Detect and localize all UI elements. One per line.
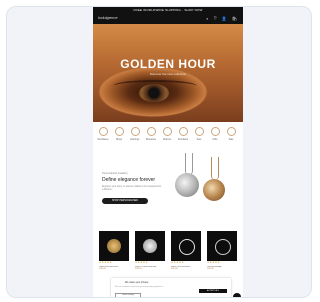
category-item[interactable]: Necklaces: [96, 127, 110, 141]
product-image[interactable]: [99, 231, 129, 261]
jewel-shape: [107, 239, 121, 253]
product-card[interactable]: ★★★★★ Heart Link Necklace £45.00: [171, 231, 201, 270]
eye-iris-shape: [139, 84, 169, 102]
cookie-title: We value your privacy: [125, 281, 149, 284]
product-grid: ★★★★★ Gold Knot Necklace £49.00 ★★★★★ Si…: [99, 231, 239, 275]
product-price: £55.00: [207, 268, 214, 270]
hero-banner[interactable]: GOLDEN HOUR Discover the new collection: [93, 24, 243, 122]
product-image[interactable]: [207, 231, 237, 261]
silver-chain-shape: [185, 153, 193, 175]
product-price: £49.00: [99, 268, 106, 270]
product-card[interactable]: ★★★★★ Silver Charm Bracelet £39.00: [135, 231, 165, 270]
product-card[interactable]: ★★★★★ Twisted Bangle £55.00: [207, 231, 237, 270]
header-icons[interactable]: ⌕ ♡ 👤 🛍: [206, 16, 239, 21]
hero-subtitle: Discover the new collection: [149, 72, 187, 76]
category-label: Sets: [196, 138, 202, 141]
product-price: £45.00: [171, 268, 178, 270]
silver-pendant-image[interactable]: [175, 173, 199, 197]
pendant-icon: [178, 127, 188, 136]
gold-chain-shape: [211, 157, 219, 180]
hero-title: GOLDEN HOUR: [120, 57, 216, 71]
gift-icon: [210, 127, 220, 136]
cookie-settings-button[interactable]: Cookie settings: [115, 293, 141, 297]
feature-section: Personalised jewellery Define elegance f…: [93, 147, 243, 209]
browser-card: FREE WORLDWIDE SHIPPING · SHOP NOW Indul…: [6, 6, 312, 298]
rating-stars: ★★★★★: [99, 261, 113, 264]
category-label: Earrings: [130, 138, 140, 141]
rating-stars: ★★★★★: [207, 261, 221, 264]
jewel-shape: [179, 239, 195, 255]
feature-eyebrow: Personalised jewellery: [102, 172, 128, 175]
webpage: FREE WORLDWIDE SHIPPING · SHOP NOW Indul…: [93, 7, 243, 297]
jewel-shape: [143, 239, 157, 253]
category-label: Charms: [162, 138, 172, 141]
product-card[interactable]: ★★★★★ Gold Knot Necklace £49.00: [99, 231, 129, 270]
category-label: Rings: [115, 138, 123, 141]
category-label: Sale: [228, 138, 234, 141]
product-image[interactable]: [135, 231, 165, 261]
rating-stars: ★★★★★: [135, 261, 149, 264]
tag-icon: [226, 127, 236, 136]
category-item[interactable]: Earrings: [128, 127, 142, 141]
site-logo[interactable]: Indulgence: [98, 15, 118, 20]
feature-button[interactable]: SHOP PERSONALISED: [102, 198, 148, 204]
earring-icon: [130, 127, 140, 136]
category-item[interactable]: Gifts: [208, 127, 222, 141]
category-item[interactable]: Charms: [160, 127, 174, 141]
site-header: Indulgence ⌕ ♡ 👤 🛍: [93, 13, 243, 24]
necklace-icon: [98, 127, 108, 136]
gold-pendant-image[interactable]: [203, 179, 225, 201]
feature-text: Engrave your story on pieces crafted to …: [102, 185, 162, 191]
charm-icon: [162, 127, 172, 136]
product-image[interactable]: [171, 231, 201, 261]
jewel-shape: [215, 239, 231, 255]
category-item[interactable]: Sets: [192, 127, 206, 141]
category-item[interactable]: Sale: [224, 127, 238, 141]
category-item[interactable]: Bracelets: [144, 127, 158, 141]
product-price: £39.00: [135, 268, 142, 270]
ring-icon: [114, 127, 124, 136]
chat-icon[interactable]: [233, 293, 241, 297]
category-item[interactable]: Pendants: [176, 127, 190, 141]
cookie-banner: We value your privacy We use cookies to …: [111, 278, 231, 297]
category-label: Necklaces: [97, 138, 109, 141]
cookie-text: We use cookies to enhance your browsing …: [115, 286, 164, 288]
category-label: Pendants: [177, 138, 189, 141]
feature-title: Define elegance forever: [102, 177, 156, 183]
category-label: Gifts: [212, 138, 218, 141]
bracelet-icon: [146, 127, 156, 136]
category-item[interactable]: Rings: [112, 127, 126, 141]
rating-stars: ★★★★★: [171, 261, 185, 264]
accept-cookies-button[interactable]: ACCEPT ALL: [199, 289, 227, 293]
category-label: Bracelets: [146, 138, 156, 141]
category-row: Necklaces Rings Earrings Bracelets Charm…: [93, 125, 243, 143]
set-icon: [194, 127, 204, 136]
